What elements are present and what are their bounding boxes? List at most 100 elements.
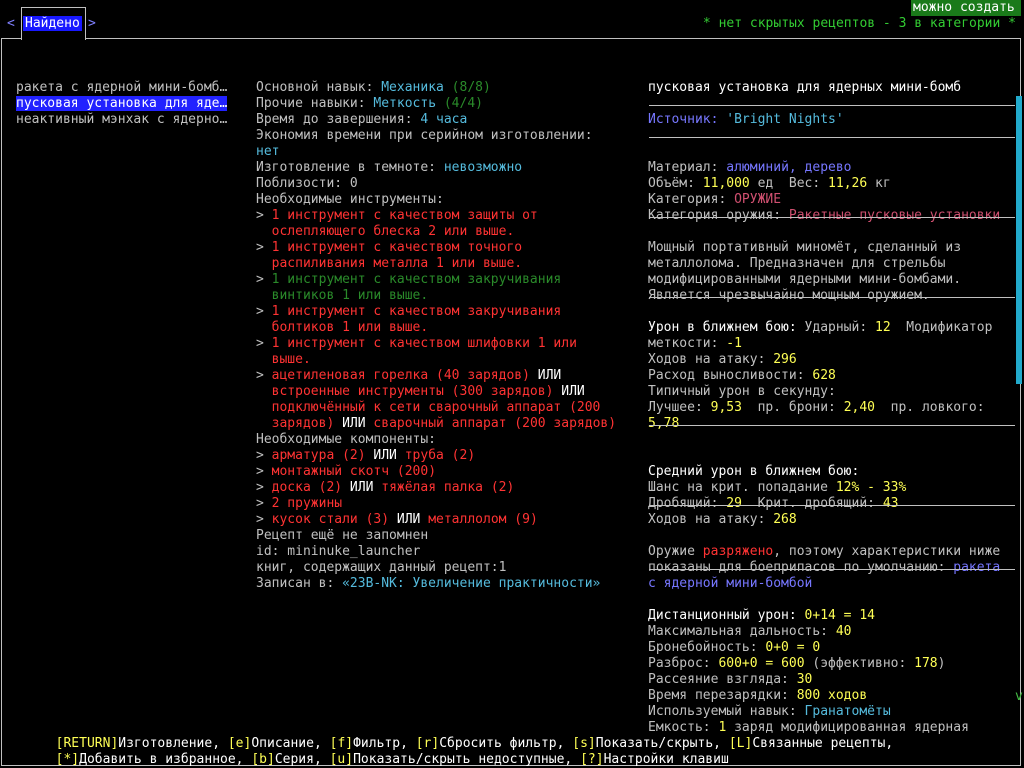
chevron-left-icon[interactable]: < (7, 16, 15, 31)
dps-agile: 5,78 (648, 416, 680, 431)
weight-value: 11,26 (828, 176, 868, 191)
welder-option: подключённый к сети сварочный аппарат (2… (271, 400, 601, 415)
default-ammo-cont: с ядерной мини-бомбой (648, 576, 813, 591)
component: металлолом (9) (428, 512, 538, 527)
pierce-value: 0+0 = 0 (765, 640, 821, 655)
tab-next-arrow[interactable]: > (88, 16, 96, 32)
welder-option: встроенные инструменты (300 зарядов) (271, 384, 554, 399)
item-separator (649, 137, 1015, 138)
not-memorized: Рецепт ещё не запомнен (256, 528, 429, 543)
primary-skill-value: Механика (381, 80, 444, 95)
keybinds-line-2: [*]Добавить в избранное, [b]Серия, [u]По… (40, 736, 729, 768)
item-scrollbar[interactable] (1016, 96, 1022, 384)
source-value: 'Bright Nights' (726, 112, 844, 127)
item-separator (649, 425, 1015, 426)
keybind-settings[interactable]: Настройки клавиш (604, 752, 729, 767)
dark-value: невозможно (443, 160, 523, 175)
bash-value: 12 (875, 320, 891, 335)
item-description: модифицированными ядерными мини-бомбами. (648, 272, 962, 287)
written-value: «23B-NK: Увеличение практичности» (342, 576, 601, 591)
item-separator (649, 505, 1015, 506)
dispersion-value: 600+0 = 600 (718, 656, 805, 671)
tool-requirement-cont: болтиков 1 или выше. (271, 320, 429, 335)
keybind-unavailable[interactable]: Показать/скрыть недоступные, (353, 752, 580, 767)
crit-chance: 12% - 33% (835, 480, 907, 495)
sight-value: 30 (796, 672, 813, 687)
recipe-details: Основной навык: Механика (8/8) Прочие на… (256, 80, 636, 592)
other-skills-label: Прочие навыки: (256, 96, 374, 111)
source-label: Источник: (648, 112, 727, 127)
welder-option: ацетиленовая горелка (40 зарядов) (271, 368, 530, 383)
components-header: Необходимые компоненты: (256, 432, 437, 447)
melee-header: Урон в ближнем бою: (648, 320, 797, 335)
item-separator (649, 569, 1015, 570)
tool-requirement: 1 инструмент с качеством шлифовки 1 или (271, 336, 577, 351)
component: кусок стали (3) (271, 512, 390, 527)
key-b[interactable]: [b] (251, 752, 274, 767)
key-star[interactable]: [*] (56, 752, 79, 767)
recipe-list-item[interactable]: ракета с ядерной мини-бомб… (16, 80, 234, 96)
dps-best: 9,53 (710, 400, 742, 415)
avg-melee-header: Средний урон в ближнем бою: (648, 464, 860, 479)
books-count: книг, содержащих данный рецепт:1 (256, 560, 507, 575)
component: труба (2) (404, 448, 476, 463)
component: арматура (2) (271, 448, 366, 463)
item-separator (649, 105, 1015, 106)
item-info: пусковая установка для ядерных мини-бомб… (648, 80, 1016, 736)
tool-requirement: 1 инструмент с качеством закручивания (271, 304, 562, 319)
primary-skill-level: (8/8) (443, 80, 491, 95)
tool-requirement: 1 инструмент с качеством защиты от (271, 208, 538, 223)
hidden-recipes-info: * нет скрытых рецептов - 3 в категории * (702, 16, 1016, 31)
component: тяжёлая палка (2) (381, 480, 515, 495)
keybind-related[interactable]: Связанные рецепты, (752, 736, 893, 751)
volume-value: 11,000 (702, 176, 750, 191)
recipe-list[interactable]: ракета с ядерной мини-бомб… пусковая уст… (16, 80, 234, 128)
weapon-category-value: Ракетные пусковые установки (788, 208, 1001, 223)
time-value: 4 часа (420, 112, 468, 127)
nearby-count: Поблизости: 0 (256, 176, 358, 191)
more-down-icon[interactable]: v (1015, 689, 1023, 705)
keybind-favorite[interactable]: Добавить в избранное, (79, 752, 251, 767)
tools-header: Необходимые инструменты: (256, 192, 444, 207)
component: доска (2) (271, 480, 343, 495)
crush-value: 29 (726, 496, 742, 511)
item-description: Является чрезвычайно мощным оружием. (648, 288, 930, 303)
recipe-list-item-selected[interactable]: пусковая установка для яде… (16, 96, 228, 111)
primary-skill-label: Основной навык: (256, 80, 382, 95)
tab-found-label[interactable]: Найдено (23, 16, 82, 31)
crit-crush-value: 43 (882, 496, 899, 511)
welder-option: сварочный аппарат (200 зарядов) (373, 416, 617, 431)
category-value: ОРУЖИЕ (734, 192, 782, 207)
moves2-value: 268 (773, 512, 797, 527)
ranged-value: 0+14 = 14 (804, 608, 875, 623)
key-l[interactable]: [L] (729, 736, 752, 751)
dps-armor: 2,40 (843, 400, 875, 415)
item-separator (649, 217, 1015, 218)
dispersion-effective: 178 (914, 656, 938, 671)
component: 2 пружины (271, 496, 343, 511)
batch-label: Экономия времени при серийном изготовлен… (256, 128, 593, 143)
tool-requirement-met-cont: винтиков 1 или выше. (271, 288, 429, 303)
tab-found[interactable]: Найдено (23, 16, 82, 32)
keybind-batch[interactable]: Серия, (275, 752, 330, 767)
tool-requirement-cont: ослепляющего блеска 2 или выше. (271, 224, 515, 239)
tool-requirement-met: 1 инструмент с качеством закручивания (271, 272, 562, 287)
key-u[interactable]: [u] (330, 752, 353, 767)
welder-option-cont: зарядов) (271, 416, 335, 431)
item-description: металлолома. Предназначен для стрельбы (648, 256, 946, 271)
dps-header: Типичный урон в секунду: (648, 384, 836, 399)
other-skill-level: (4/4) (436, 96, 483, 111)
key-help[interactable]: [?] (580, 752, 603, 767)
tool-requirement: 1 инструмент с качеством точного (271, 240, 523, 255)
accuracy-value: -1 (726, 336, 742, 351)
material-value: алюминий, дерево (726, 160, 852, 175)
tab-prev-arrow[interactable]: < (7, 16, 15, 32)
written-label: Записан в: (256, 576, 343, 591)
chevron-right-icon[interactable]: > (88, 16, 96, 31)
reload-value: 800 ходов (796, 688, 868, 703)
skill-value: Гранатомёты (804, 704, 891, 719)
recipe-list-item[interactable]: неактивный мэнхак с ядерно… (16, 112, 234, 128)
recipe-id: id: mininuke_launcher (256, 544, 421, 559)
item-separator (649, 297, 1015, 298)
item-description: Мощный портативный миномёт, сделанный из (648, 240, 962, 255)
